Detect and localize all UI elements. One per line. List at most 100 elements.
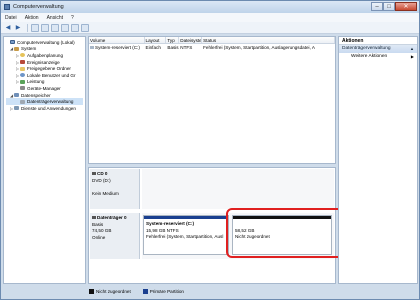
disk-area-cd bbox=[142, 169, 334, 209]
window-title: Computerverwaltung bbox=[13, 4, 64, 10]
disk-row-cd: CD 0 DVD (D:) Kein Medium bbox=[90, 169, 334, 209]
computer-management-window: Computerverwaltung – □ ✕ Datei Aktion An… bbox=[0, 0, 420, 300]
tree-item-label: Freigegebene Ordner bbox=[27, 66, 71, 72]
legend-item: Primäre Partition bbox=[142, 288, 184, 294]
tree-item-label: Computerverwaltung (Lokal) bbox=[17, 39, 75, 45]
legend-swatch bbox=[89, 288, 94, 294]
dsk-icon bbox=[20, 99, 25, 104]
cell-volume-text: System-reserviert (C:) bbox=[95, 45, 140, 50]
legend-label: Primäre Partition bbox=[149, 288, 184, 294]
tree-item-label: Datenspeicher bbox=[21, 92, 51, 98]
computer-management-icon bbox=[4, 4, 10, 10]
cell-filesystem: NTFS bbox=[180, 45, 193, 50]
disk-name: Datenträger 0 bbox=[97, 215, 127, 220]
minimize-button[interactable]: – bbox=[371, 2, 383, 11]
tree-item[interactable]: ▷ Freigegebene Ordner bbox=[6, 65, 83, 72]
tree-item[interactable]: Datenträgerverwaltung bbox=[6, 98, 83, 105]
cell-status: Fehlerfrei (System, Startpartition, Ausl… bbox=[203, 45, 315, 50]
sto-icon bbox=[14, 93, 19, 98]
volume-list: Volume Layout Typ Dateisystem Status Sys… bbox=[88, 36, 336, 164]
cell-layout: Einfach bbox=[145, 45, 161, 50]
partition-info-line: Fehlerfrei (System, Startpartition, Ausl bbox=[146, 234, 224, 239]
toolbar-separator bbox=[27, 23, 28, 32]
menu-bar: Datei Aktion Ansicht ? bbox=[1, 13, 419, 22]
more-actions-label: Weitere Aktionen bbox=[351, 54, 388, 59]
console-tree: Computerverwaltung (Lokal) ◢ System ▷ Aufgab… bbox=[3, 36, 86, 284]
partition-system-reserved[interactable]: System-reserviert (C:) 15,98 GB NTFS Feh… bbox=[143, 215, 229, 255]
tree-item[interactable]: ▷ Aufgabenplanung bbox=[6, 52, 83, 59]
column-volume[interactable]: Volume bbox=[89, 37, 145, 43]
disk-label-cd[interactable]: CD 0 DVD (D:) Kein Medium bbox=[90, 169, 140, 209]
tree-item[interactable]: ▷ Dienste und Anwendungen bbox=[6, 105, 83, 112]
close-button[interactable]: ✕ bbox=[395, 2, 417, 11]
fld-icon bbox=[20, 66, 25, 71]
dev-icon bbox=[20, 86, 25, 91]
tree-item-label: Aufgabenplanung bbox=[27, 52, 64, 58]
svc-icon bbox=[14, 106, 19, 111]
tree-item-label: Ereignisanzeige bbox=[27, 59, 60, 65]
tree-item-label: System bbox=[21, 46, 37, 52]
hard-disk-icon bbox=[92, 216, 96, 220]
actions-pane: Aktionen Datenträgerverwaltung ▲ Weitere… bbox=[338, 36, 418, 284]
menu-help[interactable]: ? bbox=[71, 15, 74, 21]
tree-item[interactable]: ▷ Leistung bbox=[6, 79, 83, 86]
evt-icon bbox=[20, 60, 25, 65]
actions-section-header[interactable]: Datenträgerverwaltung ▲ bbox=[339, 45, 417, 53]
disk-info-line: Kein Medium bbox=[92, 190, 119, 196]
column-status[interactable]: Status bbox=[202, 37, 335, 43]
properties-icon[interactable] bbox=[41, 23, 49, 32]
mon-icon bbox=[10, 40, 15, 45]
actions-section-label: Datenträgerverwaltung bbox=[342, 46, 391, 51]
legend: Nicht zugeordnet Primäre Partition bbox=[89, 286, 335, 296]
actions-title: Aktionen bbox=[339, 37, 417, 45]
more-actions-link[interactable]: Weitere Aktionen ▶ bbox=[339, 53, 417, 61]
menu-view[interactable]: Ansicht bbox=[47, 15, 63, 21]
disk-label-0[interactable]: Datenträger 0 Basis 74,50 GB Online bbox=[90, 213, 140, 259]
disk-info-line: Online bbox=[92, 234, 106, 240]
tree-item[interactable]: Geräte-Manager bbox=[6, 85, 83, 92]
toolbar: ◀ ▶ bbox=[1, 22, 419, 34]
tree-item[interactable]: ▷ Lokale Benutzer und Gr bbox=[6, 72, 83, 79]
volume-list-header: Volume Layout Typ Dateisystem Status bbox=[89, 37, 335, 44]
legend-item: Nicht zugeordnet bbox=[89, 288, 131, 294]
tree-item[interactable]: ◢ Datenspeicher bbox=[6, 92, 83, 99]
disk-properties-icon[interactable] bbox=[71, 23, 79, 32]
tree-item[interactable]: Computerverwaltung (Lokal) bbox=[6, 39, 83, 46]
highlight-annotation bbox=[226, 208, 344, 258]
volume-icon bbox=[90, 46, 94, 50]
clk-icon bbox=[20, 53, 25, 58]
help-icon[interactable] bbox=[51, 23, 59, 32]
collapse-icon[interactable]: ▲ bbox=[410, 45, 414, 53]
back-icon[interactable]: ◀ bbox=[4, 24, 12, 32]
column-filesystem[interactable]: Dateisystem bbox=[179, 37, 203, 43]
legend-swatch bbox=[142, 288, 148, 294]
column-type[interactable]: Typ bbox=[166, 37, 180, 43]
sys-icon bbox=[14, 46, 19, 51]
perf-icon bbox=[20, 79, 25, 84]
legend-label: Nicht zugeordnet bbox=[96, 288, 131, 294]
disk-name: CD 0 bbox=[97, 171, 108, 176]
tree-item[interactable]: ▷ Ereignisanzeige bbox=[6, 59, 83, 66]
tree-item[interactable]: ◢ System bbox=[6, 46, 83, 53]
column-layout[interactable]: Layout bbox=[145, 37, 167, 43]
cd-drive-icon bbox=[92, 172, 96, 176]
tree-item-label: Dienste und Anwendungen bbox=[21, 105, 76, 111]
tree-item-label: Geräte-Manager bbox=[27, 85, 61, 91]
menu-file[interactable]: Datei bbox=[5, 15, 17, 21]
window-controls: – □ ✕ bbox=[371, 2, 417, 12]
submenu-arrow-icon: ▶ bbox=[410, 54, 414, 59]
tree-item-label: Leistung bbox=[27, 79, 45, 85]
table-row[interactable]: System-reserviert (C:) Einfach Basis NTF… bbox=[89, 44, 335, 51]
console-tree-icon[interactable] bbox=[31, 23, 39, 32]
cell-type: Basis bbox=[167, 45, 179, 50]
title-bar: Computerverwaltung – □ ✕ bbox=[1, 1, 419, 13]
view-icon[interactable] bbox=[81, 23, 89, 32]
menu-action[interactable]: Aktion bbox=[25, 15, 39, 21]
refresh-icon[interactable] bbox=[61, 23, 69, 32]
tree-item-label: Lokale Benutzer und Gr bbox=[27, 72, 76, 78]
cell-volume: System-reserviert (C:) bbox=[89, 44, 145, 51]
tree-item-label: Datenträgerverwaltung bbox=[27, 99, 74, 105]
forward-icon[interactable]: ▶ bbox=[14, 24, 22, 32]
usr-icon bbox=[20, 73, 25, 78]
maximize-button[interactable]: □ bbox=[383, 2, 395, 11]
